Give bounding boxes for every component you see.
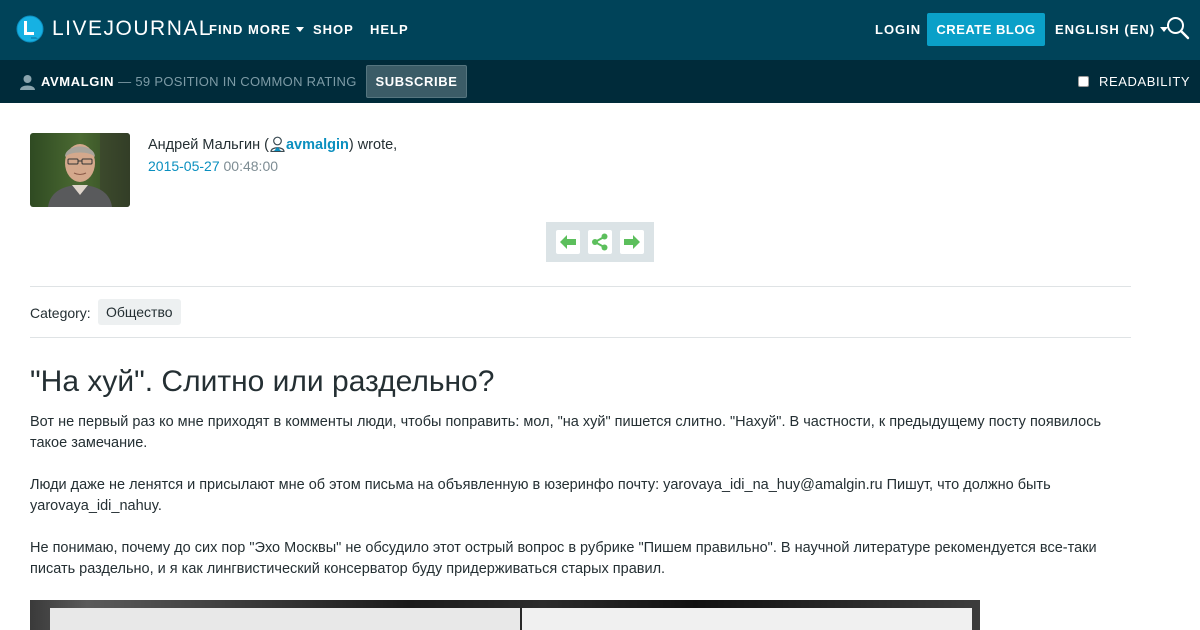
logo-text: LIVEJOURNAL [52, 17, 213, 40]
subscribe-button[interactable]: SUBSCRIBE [366, 65, 467, 98]
readability-toggle[interactable]: READABILITY [1078, 74, 1190, 89]
nav-shop[interactable]: SHOP [313, 21, 354, 39]
rating-text: — 59 POSITION IN COMMON RATING [118, 74, 357, 89]
post-datetime: 2015-05-27 00:48:00 [148, 157, 278, 175]
author-name: Андрей Мальгин ( [148, 137, 269, 153]
journal-username[interactable]: AVMALGIN [41, 74, 114, 90]
nav-help[interactable]: HELP [370, 21, 409, 39]
author-avatar[interactable] [30, 133, 130, 207]
author-username-link[interactable]: avmalgin [286, 137, 349, 153]
post-byline: Андрей Мальгин ( avmalgin) wrote, [148, 136, 397, 154]
post-paragraph: Не понимаю, почему до сих пор "Эхо Москв… [30, 540, 1097, 577]
top-navigation-bar: LIVEJOURNAL FIND MORE SHOP HELP LOGIN CR… [0, 0, 1200, 60]
share-button[interactable] [588, 230, 612, 254]
language-selector[interactable]: ENGLISH (EN) [1055, 21, 1169, 39]
post-title: "На хуй". Слитно или раздельно? [30, 365, 495, 398]
user-icon [20, 75, 35, 90]
create-blog-button[interactable]: CREATE BLOG [927, 13, 1045, 46]
post-date-link[interactable]: 2015-05-27 [148, 158, 220, 174]
login-link[interactable]: LOGIN [875, 21, 921, 39]
share-icon [592, 233, 608, 251]
divider [30, 286, 1131, 287]
livejournal-logo-icon [16, 15, 44, 43]
post-image [30, 600, 980, 630]
readability-checkbox[interactable] [1078, 76, 1089, 87]
chevron-down-icon [295, 27, 304, 33]
divider [30, 337, 1131, 338]
post-navigation [546, 222, 654, 262]
journal-owner: AVMALGIN — 59 POSITION IN COMMON RATING [20, 74, 357, 90]
readability-label: READABILITY [1099, 74, 1191, 89]
author-photo [30, 133, 130, 207]
post-paragraph: Люди даже не ленятся и присылают мне об … [30, 477, 1051, 514]
search-icon[interactable] [1166, 16, 1190, 40]
journal-subheader: AVMALGIN — 59 POSITION IN COMMON RATING … [0, 60, 1200, 103]
post-paragraph: Вот не первый раз ко мне приходят в комм… [30, 414, 1102, 451]
wrote-text: ) wrote, [348, 137, 398, 153]
nav-find-more[interactable]: FIND MORE [209, 21, 304, 39]
post-time: 00:48:00 [223, 158, 279, 174]
language-label: ENGLISH (EN) [1055, 22, 1156, 37]
image-page-right [522, 608, 972, 630]
nav-find-more-label: FIND MORE [209, 22, 291, 37]
category-tag[interactable]: Общество [98, 299, 181, 325]
next-post-button[interactable] [620, 230, 644, 254]
category-label: Category: [30, 305, 91, 321]
previous-post-button[interactable] [556, 230, 580, 254]
nav-shop-label: SHOP [313, 22, 354, 37]
nav-help-label: HELP [370, 22, 409, 37]
user-icon[interactable] [270, 136, 285, 152]
livejournal-logo[interactable]: LIVEJOURNAL [16, 15, 212, 43]
arrow-right-icon [624, 235, 640, 249]
arrow-left-icon [560, 235, 576, 249]
image-page-left [50, 608, 520, 630]
